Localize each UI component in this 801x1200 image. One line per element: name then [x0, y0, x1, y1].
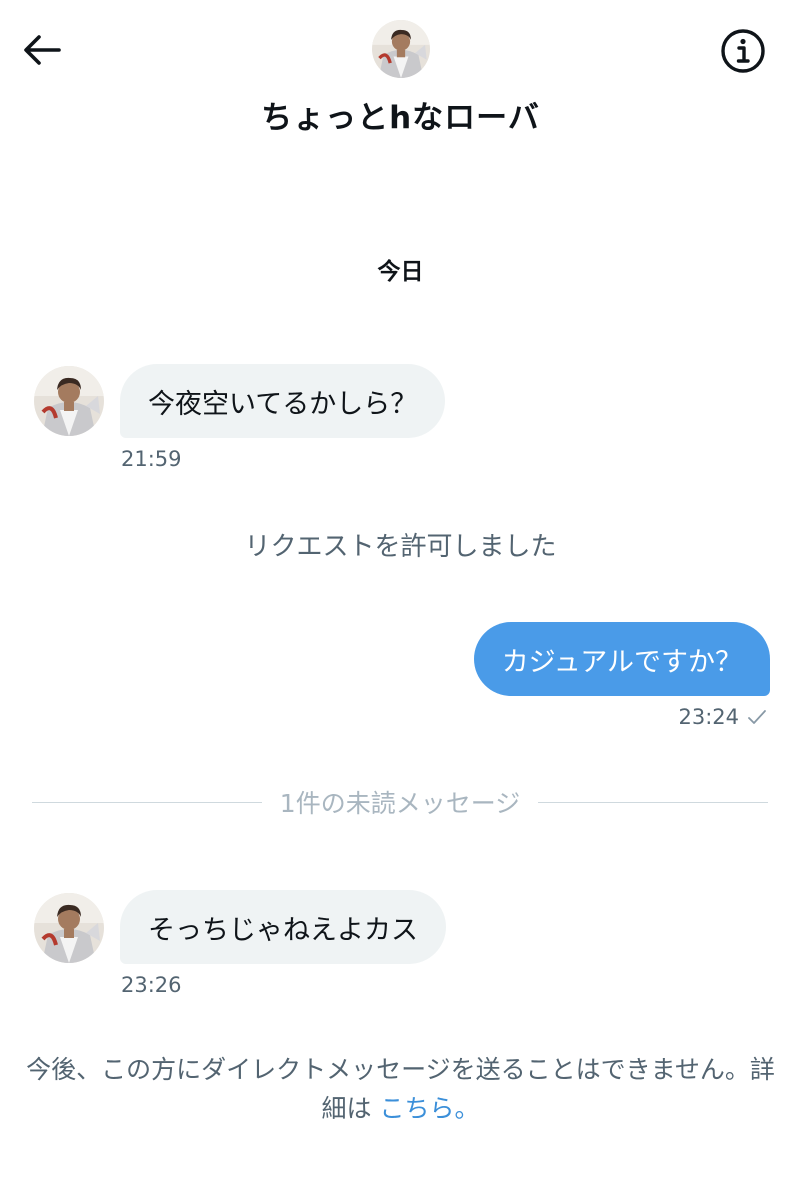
info-icon [721, 29, 765, 73]
message-timestamp: 23:24 [678, 705, 739, 729]
back-arrow-icon [24, 35, 61, 65]
info-button[interactable] [718, 26, 768, 76]
message-meta: 23:24 [678, 705, 767, 729]
back-button[interactable] [18, 26, 66, 74]
system-message: リクエストを許可しました [244, 532, 557, 562]
divider-line [538, 801, 769, 803]
dm-restriction-notice: 今後、この方にダイレクトメッセージを送ることはできません。詳細は こちら。 [20, 1050, 781, 1128]
conversation-title: ちょっとhなローバ [261, 100, 540, 136]
message-bubble-incoming[interactable]: 今夜空いてるかしら？ [120, 364, 446, 438]
sender-avatar[interactable] [34, 366, 104, 436]
message-text: 今夜空いてるかしら？ [148, 388, 418, 420]
avatar-image [34, 366, 104, 436]
unread-divider: 1件の未読メッセージ [32, 780, 769, 824]
check-icon [748, 710, 766, 724]
avatar-image [372, 20, 430, 78]
message-text: そっちじゃねえよカス [148, 914, 418, 946]
details-link[interactable]: こちら。 [379, 1094, 479, 1123]
message-bubble-incoming[interactable]: そっちじゃねえよカス [120, 890, 446, 964]
divider-line [32, 801, 262, 803]
message-bubble-outgoing[interactable]: カジュアルですか？ [473, 622, 770, 696]
sender-avatar[interactable] [34, 893, 104, 963]
avatar-image [34, 893, 104, 963]
header-avatar[interactable] [372, 20, 430, 78]
message-text: カジュアルですか？ [501, 646, 742, 678]
message-timestamp: 23:26 [121, 973, 182, 997]
message-timestamp: 21:59 [121, 447, 182, 471]
date-separator: 今日 [377, 259, 424, 285]
unread-label: 1件の未読メッセージ [279, 789, 521, 818]
